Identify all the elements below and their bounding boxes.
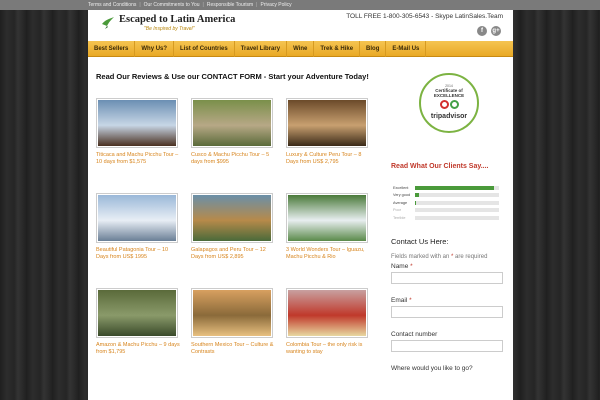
required-note: Fields marked with an * are required — [391, 254, 488, 260]
main-nav: Best Sellers Why Us? List of Countries T… — [88, 40, 513, 57]
logo-tagline: "Be Inspired by Travel" — [144, 26, 195, 32]
page-container: Escaped to Latin America "Be Inspired by… — [88, 10, 513, 400]
rating-row: Average — [393, 199, 505, 207]
name-field[interactable] — [391, 272, 503, 284]
ratings-chart[interactable]: Excellent Very good Average Poor Terrible — [393, 184, 505, 222]
tour-thumbnail[interactable] — [191, 288, 273, 338]
phone-skype-info: TOLL FREE 1-800-305-6543 - Skype LatinSa… — [346, 13, 503, 20]
tour-caption[interactable]: Titicaca and Machu Picchu Tour – 10 days… — [96, 152, 182, 165]
tour-caption[interactable]: Cusco & Machu Picchu Tour – 5 days from … — [191, 152, 277, 165]
separator: | — [202, 2, 204, 8]
rating-bar-fill — [415, 185, 494, 190]
rating-label: Very good — [393, 193, 411, 198]
contact-number-field[interactable] — [391, 340, 503, 352]
rating-row: Poor — [393, 207, 505, 215]
contact-form: Fields marked with an * are required Nam… — [391, 252, 506, 374]
page-heading: Read Our Reviews & Use our CONTACT FORM … — [96, 72, 369, 81]
separator: | — [139, 2, 141, 8]
owl-icon — [439, 100, 459, 112]
tour-caption[interactable]: Amazon & Machu Picchu – 9 days from $1,7… — [96, 342, 182, 355]
badge-line2: EXCELLENCE — [433, 93, 465, 98]
tour-caption[interactable]: 3 World Wonders Tour – Iguazu, Machu Pic… — [286, 247, 372, 260]
rating-label: Terrible — [393, 215, 406, 220]
tour-card[interactable]: Luxury & Culture Peru Tour – 8 Days from… — [286, 98, 381, 193]
tour-thumbnail[interactable] — [286, 193, 368, 243]
reviews-heading[interactable]: Read What Our Clients Say.... — [391, 163, 489, 170]
rating-bar — [415, 208, 499, 213]
rating-row: Terrible — [393, 214, 505, 222]
tour-thumbnail[interactable] — [286, 98, 368, 148]
nav-why-us[interactable]: Why Us? — [135, 40, 175, 57]
tour-caption[interactable]: Luxury & Culture Peru Tour – 8 Days from… — [286, 152, 372, 165]
separator: | — [256, 2, 258, 8]
nav-list-of-countries[interactable]: List of Countries — [174, 40, 235, 57]
responsible-tourism-link[interactable]: Responsible Tourism — [207, 2, 253, 8]
facebook-icon[interactable]: f — [477, 26, 487, 36]
rating-label: Excellent — [393, 185, 409, 190]
tour-card[interactable]: Beautiful Patagonia Tour – 10 Days from … — [96, 193, 191, 288]
contact-number-label: Contact number — [391, 331, 438, 338]
tour-thumbnail[interactable] — [96, 288, 178, 338]
contact-heading: Contact Us Here: — [391, 237, 449, 246]
main-content: Read Our Reviews & Use our CONTACT FORM … — [96, 72, 381, 355]
destination-label: Where would you like to go? — [391, 365, 473, 372]
rating-label: Poor — [393, 208, 402, 213]
rating-bar-fill — [415, 200, 416, 205]
tour-caption[interactable]: Southern Mexico Tour – Culture & Contras… — [191, 342, 277, 355]
nav-trek-hike[interactable]: Trek & Hike — [314, 40, 361, 57]
tour-card[interactable]: Amazon & Machu Picchu – 9 days from $1,7… — [96, 288, 191, 383]
tour-caption[interactable]: Galapagos and Peru Tour – 12 Days from U… — [191, 247, 277, 260]
google-plus-icon[interactable]: g+ — [491, 26, 501, 36]
privacy-policy-link[interactable]: Privacy Policy — [260, 2, 291, 8]
tripadvisor-badge[interactable]: 2014 Certificate of EXCELLENCE tripadvis… — [419, 73, 479, 133]
rating-row: Excellent — [393, 184, 505, 192]
nav-email-us[interactable]: E-Mail Us — [386, 40, 427, 57]
nav-blog[interactable]: Blog — [360, 40, 387, 57]
rating-row: Very good — [393, 192, 505, 200]
rating-bar — [415, 200, 499, 205]
tour-caption[interactable]: Colombia Tour – the only risk is wanting… — [286, 342, 372, 355]
tour-thumbnail[interactable] — [96, 98, 178, 148]
tour-thumbnail[interactable] — [191, 98, 273, 148]
social-links: f g+ — [477, 26, 501, 36]
name-label: Name * — [391, 263, 413, 270]
rating-bar-fill — [415, 193, 420, 198]
rating-label: Average — [393, 200, 408, 205]
tour-card[interactable]: 3 World Wonders Tour – Iguazu, Machu Pic… — [286, 193, 381, 288]
tour-caption[interactable]: Beautiful Patagonia Tour – 10 Days from … — [96, 247, 182, 260]
tour-thumbnail[interactable] — [286, 288, 368, 338]
tour-thumbnail[interactable] — [191, 193, 273, 243]
tour-card[interactable]: Galapagos and Peru Tour – 12 Days from U… — [191, 193, 286, 288]
tour-card[interactable]: Colombia Tour – the only risk is wanting… — [286, 288, 381, 383]
logo-title[interactable]: Escaped to Latin America — [119, 14, 235, 25]
top-utility-bar: Terms and Conditions | Our Commitments t… — [0, 0, 600, 10]
nav-wine[interactable]: Wine — [287, 40, 315, 57]
rating-bar — [415, 185, 499, 190]
tour-grid: Titicaca and Machu Picchu Tour – 10 days… — [96, 98, 381, 383]
hummingbird-logo-icon[interactable] — [100, 14, 116, 30]
terms-link[interactable]: Terms and Conditions — [88, 2, 136, 8]
rating-bar — [415, 193, 499, 198]
rating-bar — [415, 215, 499, 220]
nav-travel-library[interactable]: Travel Library — [235, 40, 288, 57]
tour-card[interactable]: Cusco & Machu Picchu Tour – 5 days from … — [191, 98, 286, 193]
site-header: Escaped to Latin America "Be Inspired by… — [88, 10, 513, 41]
badge-brand: tripadvisor — [430, 113, 468, 120]
tour-card[interactable]: Southern Mexico Tour – Culture & Contras… — [191, 288, 286, 383]
email-field[interactable] — [391, 306, 503, 318]
email-label: Email * — [391, 297, 412, 304]
tour-thumbnail[interactable] — [96, 193, 178, 243]
tour-card[interactable]: Titicaca and Machu Picchu Tour – 10 days… — [96, 98, 191, 193]
commitments-link[interactable]: Our Commitments to You — [144, 2, 200, 8]
nav-best-sellers[interactable]: Best Sellers — [88, 40, 136, 57]
